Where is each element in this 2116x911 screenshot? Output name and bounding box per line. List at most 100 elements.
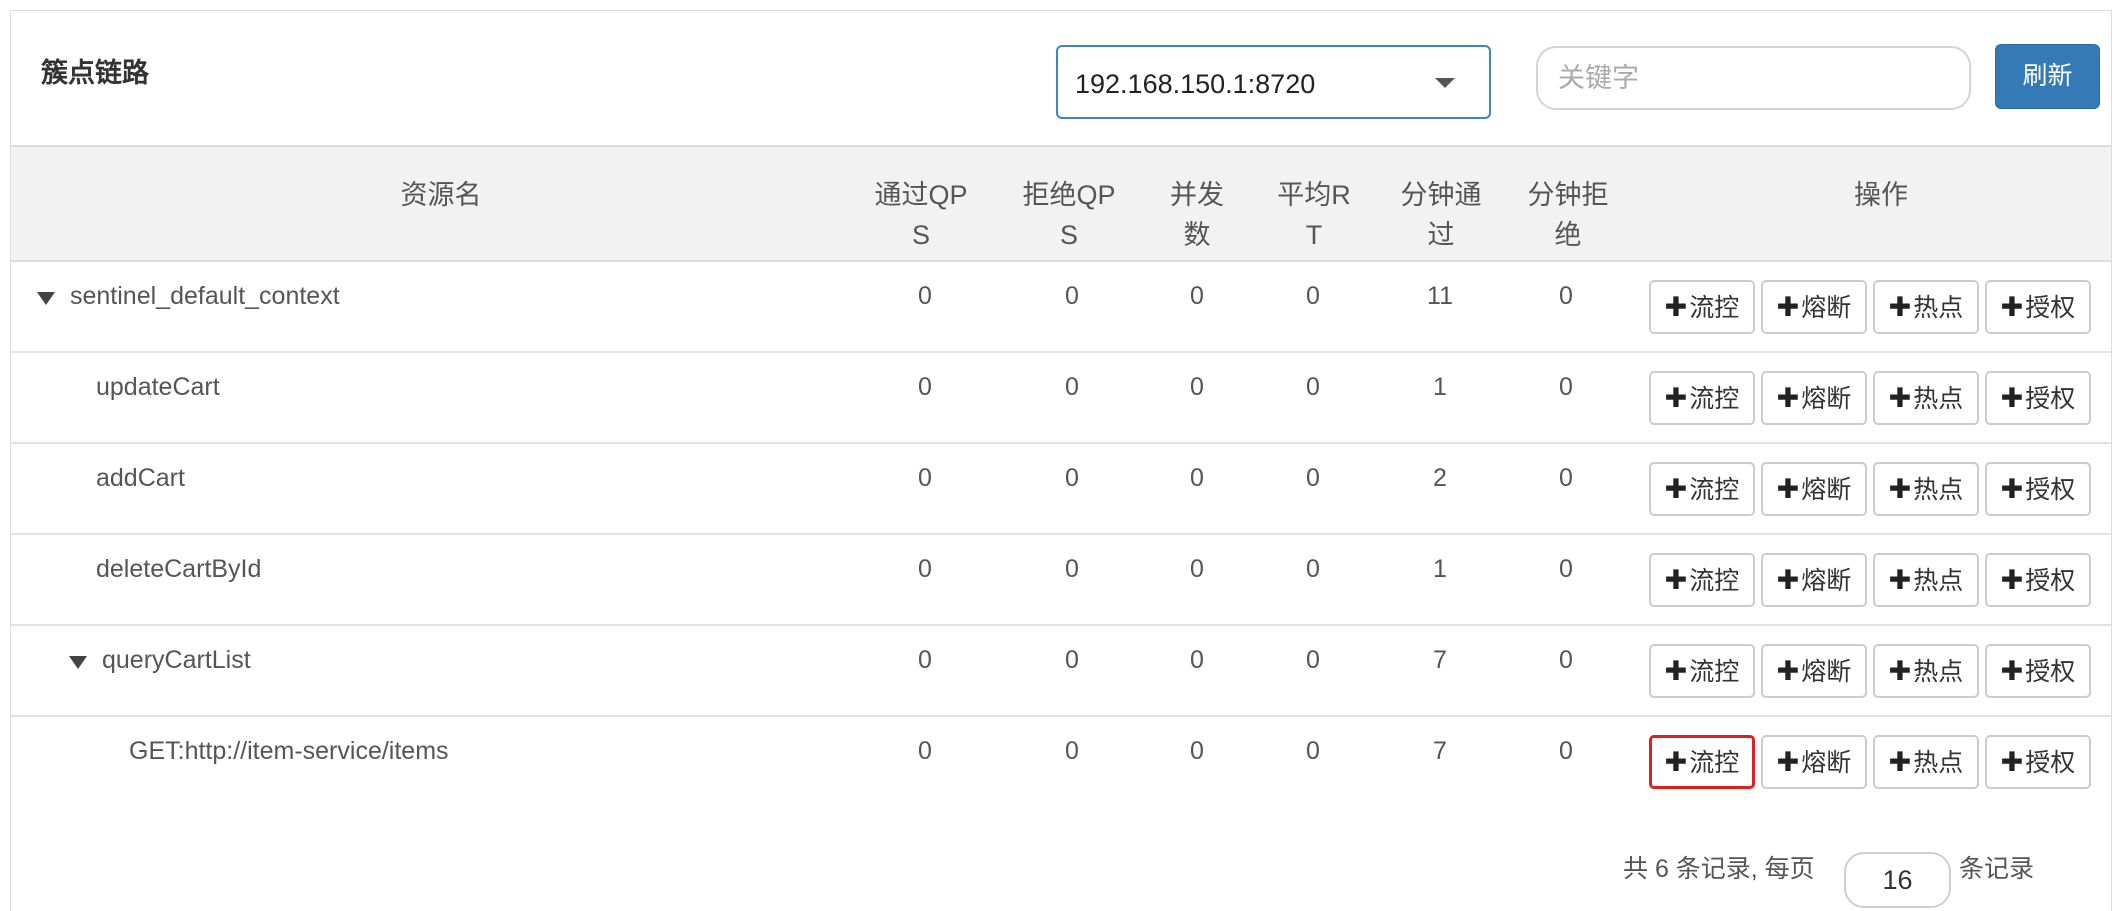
table-header: 资源名 通过QP S 拒绝QP S 并发 数 平均R T 分钟通 过 分钟拒 绝… <box>11 145 2111 262</box>
metric-value: 0 <box>1306 373 1320 401</box>
add-circuit-breaker-button[interactable]: ✚熔断 <box>1761 735 1867 789</box>
header-avg-rt: 平均R T <box>1277 180 1351 250</box>
add-hotspot-button[interactable]: ✚热点 <box>1873 371 1979 425</box>
plus-icon: ✚ <box>1664 292 1688 322</box>
add-authority-button[interactable]: ✚授权 <box>1985 644 2091 698</box>
plus-icon: ✚ <box>1664 474 1688 504</box>
machine-select[interactable]: 192.168.150.1:8720 <box>1056 45 1491 119</box>
add-hotspot-button[interactable]: ✚热点 <box>1873 553 1979 607</box>
metric-value: 0 <box>1306 464 1320 492</box>
metric-value: 0 <box>1559 282 1573 310</box>
table-row: sentinel_default_context 0 0 0 0 11 0 ✚流控 ✚熔断 ✚热点… <box>11 262 2111 353</box>
add-hotspot-button[interactable]: ✚热点 <box>1873 280 1979 334</box>
op-button-label: 授权 <box>2025 567 2076 595</box>
plus-icon: ✚ <box>1776 747 1800 777</box>
op-button-label: 流控 <box>1689 749 1740 777</box>
resource-name: sentinel_default_context <box>70 282 340 310</box>
op-button-label: 流控 <box>1689 385 1740 413</box>
plus-icon: ✚ <box>2000 292 2024 322</box>
op-button-label: 熔断 <box>1801 749 1852 777</box>
plus-icon: ✚ <box>1776 292 1800 322</box>
expand-arrow-icon[interactable] <box>69 656 87 669</box>
add-flow-control-button[interactable]: ✚流控 <box>1649 280 1755 334</box>
plus-icon: ✚ <box>1664 747 1688 777</box>
page-size-input[interactable] <box>1844 852 1951 908</box>
metric-value: 11 <box>1427 282 1453 310</box>
add-circuit-breaker-button[interactable]: ✚熔断 <box>1761 644 1867 698</box>
plus-icon: ✚ <box>1776 474 1800 504</box>
op-button-label: 熔断 <box>1801 385 1852 413</box>
table-row: GET:http://item-service/items 0 0 0 0 7 0 ✚流控 ✚熔… <box>11 717 2111 808</box>
metric-value: 0 <box>1306 282 1320 310</box>
plus-icon: ✚ <box>1888 747 1912 777</box>
add-circuit-breaker-button[interactable]: ✚熔断 <box>1761 371 1867 425</box>
metric-value: 0 <box>1190 737 1204 765</box>
metric-value: 0 <box>1065 737 1079 765</box>
metric-value: 0 <box>918 282 932 310</box>
header-operations: 操作 <box>1854 180 1908 210</box>
metric-value: 0 <box>1065 555 1079 583</box>
metric-value: 7 <box>1433 646 1447 674</box>
op-button-label: 流控 <box>1689 567 1740 595</box>
metric-value: 0 <box>1190 555 1204 583</box>
add-flow-control-button[interactable]: ✚流控 <box>1649 553 1755 607</box>
metric-value: 2 <box>1433 464 1447 492</box>
add-hotspot-button[interactable]: ✚热点 <box>1873 735 1979 789</box>
keyword-search-input[interactable] <box>1536 46 1971 110</box>
op-button-label: 热点 <box>1913 658 1964 686</box>
op-button-label: 热点 <box>1913 749 1964 777</box>
add-authority-button[interactable]: ✚授权 <box>1985 371 2091 425</box>
metric-value: 0 <box>918 555 932 583</box>
op-button-label: 流控 <box>1689 476 1740 504</box>
add-flow-control-button[interactable]: ✚流控 <box>1649 644 1755 698</box>
plus-icon: ✚ <box>1888 656 1912 686</box>
metric-value: 0 <box>1306 555 1320 583</box>
plus-icon: ✚ <box>2000 747 2024 777</box>
add-circuit-breaker-button[interactable]: ✚熔断 <box>1761 462 1867 516</box>
metric-value: 0 <box>1065 464 1079 492</box>
resource-name: GET:http://item-service/items <box>129 737 449 765</box>
metric-value: 0 <box>1190 282 1204 310</box>
add-flow-control-button[interactable]: ✚流控 <box>1649 462 1755 516</box>
plus-icon: ✚ <box>2000 656 2024 686</box>
op-button-label: 热点 <box>1913 385 1964 413</box>
table-row: updateCart 0 0 0 0 1 0 ✚流控 ✚熔断 ✚热点 ✚授权 <box>11 353 2111 444</box>
refresh-button[interactable]: 刷新 <box>1995 44 2100 109</box>
plus-icon: ✚ <box>1888 292 1912 322</box>
metric-value: 0 <box>918 646 932 674</box>
metric-value: 0 <box>918 737 932 765</box>
plus-icon: ✚ <box>1888 383 1912 413</box>
metric-value: 0 <box>1065 373 1079 401</box>
metric-value: 0 <box>1559 646 1573 674</box>
add-hotspot-button[interactable]: ✚热点 <box>1873 462 1979 516</box>
header-concurrency: 并发 数 <box>1170 180 1224 250</box>
op-button-label: 热点 <box>1913 567 1964 595</box>
add-circuit-breaker-button[interactable]: ✚熔断 <box>1761 553 1867 607</box>
plus-icon: ✚ <box>1776 656 1800 686</box>
add-authority-button[interactable]: ✚授权 <box>1985 462 2091 516</box>
resource-name: addCart <box>96 464 185 492</box>
op-button-label: 熔断 <box>1801 658 1852 686</box>
plus-icon: ✚ <box>1664 565 1688 595</box>
op-button-label: 授权 <box>2025 385 2076 413</box>
header-minute-block: 分钟拒 绝 <box>1527 180 1609 250</box>
expand-arrow-icon[interactable] <box>37 292 55 305</box>
metric-value: 0 <box>1306 646 1320 674</box>
add-circuit-breaker-button[interactable]: ✚熔断 <box>1761 280 1867 334</box>
resource-name: queryCartList <box>102 646 251 674</box>
metric-value: 0 <box>1559 555 1573 583</box>
pager-prefix: 共 6 条记录, 每页 <box>1623 855 1815 883</box>
metric-value: 1 <box>1433 555 1447 583</box>
pager-suffix: 条记录 <box>1959 855 2035 883</box>
metric-value: 0 <box>918 464 932 492</box>
add-authority-button[interactable]: ✚授权 <box>1985 553 2091 607</box>
metric-value: 0 <box>1559 373 1573 401</box>
add-flow-control-button[interactable]: ✚流控 <box>1649 735 1755 789</box>
panel-title: 簇点链路 <box>41 58 149 88</box>
add-hotspot-button[interactable]: ✚热点 <box>1873 644 1979 698</box>
op-button-label: 热点 <box>1913 476 1964 504</box>
op-button-label: 流控 <box>1689 658 1740 686</box>
add-authority-button[interactable]: ✚授权 <box>1985 280 2091 334</box>
add-authority-button[interactable]: ✚授权 <box>1985 735 2091 789</box>
add-flow-control-button[interactable]: ✚流控 <box>1649 371 1755 425</box>
